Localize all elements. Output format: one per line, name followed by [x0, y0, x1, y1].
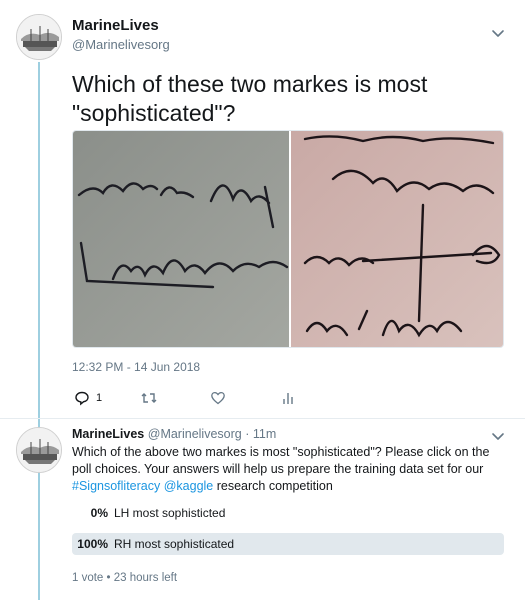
thread-line — [38, 62, 40, 600]
reply-action[interactable]: 1 — [74, 388, 102, 408]
reply-avatar[interactable] — [16, 427, 62, 473]
reply-header: MarineLives @Marinelivesorg · 11m — [72, 427, 276, 441]
heart-icon — [211, 391, 225, 405]
poll-option-rh[interactable]: 100% RH most sophisticated — [72, 533, 504, 555]
avatar[interactable] — [16, 14, 62, 60]
hashtag-link[interactable]: #Signsofliteracy — [72, 479, 160, 493]
reply-age[interactable]: 11m — [253, 427, 276, 441]
reply-author-name[interactable]: MarineLives — [72, 427, 144, 441]
author-name[interactable]: MarineLives — [72, 17, 159, 34]
reply-author-handle[interactable]: @Marinelivesorg — [148, 427, 242, 441]
poll-meta: 1 vote • 23 hours left — [72, 572, 178, 584]
poll-option-label: RH most sophisticated — [114, 537, 235, 551]
retweet-icon — [141, 393, 157, 403]
reply-text-part1: Which of the above two markes is most "s… — [72, 445, 490, 476]
tweet-timestamp[interactable]: 12:32 PM - 14 Jun 2018 — [72, 360, 200, 374]
mention-link[interactable]: @kaggle — [164, 479, 214, 493]
divider — [0, 418, 525, 419]
poll-option-percent: 0% — [90, 506, 108, 520]
retweet-action[interactable] — [140, 388, 158, 408]
reply-separator: · — [245, 427, 250, 441]
reply-text-part2: research competition — [213, 479, 333, 493]
poll-option-percent: 100% — [77, 537, 108, 551]
tweet-text: Which of these two markes is most "sophi… — [72, 71, 428, 126]
like-action[interactable] — [210, 388, 226, 408]
reply-text: Which of the above two markes is most "s… — [72, 444, 502, 495]
poll-option-lh[interactable]: 0% LH most sophisticted — [72, 502, 504, 524]
tweet-media-image[interactable] — [72, 130, 504, 348]
avatar-image — [17, 428, 61, 472]
analytics-icon — [283, 393, 293, 404]
poll-option-label: LH most sophisticted — [114, 506, 226, 520]
handwriting-samples-image — [73, 131, 503, 347]
chevron-down-icon[interactable] — [489, 25, 507, 43]
reply-icon — [75, 391, 89, 406]
author-handle[interactable]: @Marinelivesorg — [72, 37, 170, 52]
avatar-image — [17, 15, 61, 59]
analytics-action[interactable] — [280, 388, 296, 408]
tweet-actions: 1 — [72, 388, 372, 408]
reply-count: 1 — [96, 392, 103, 404]
